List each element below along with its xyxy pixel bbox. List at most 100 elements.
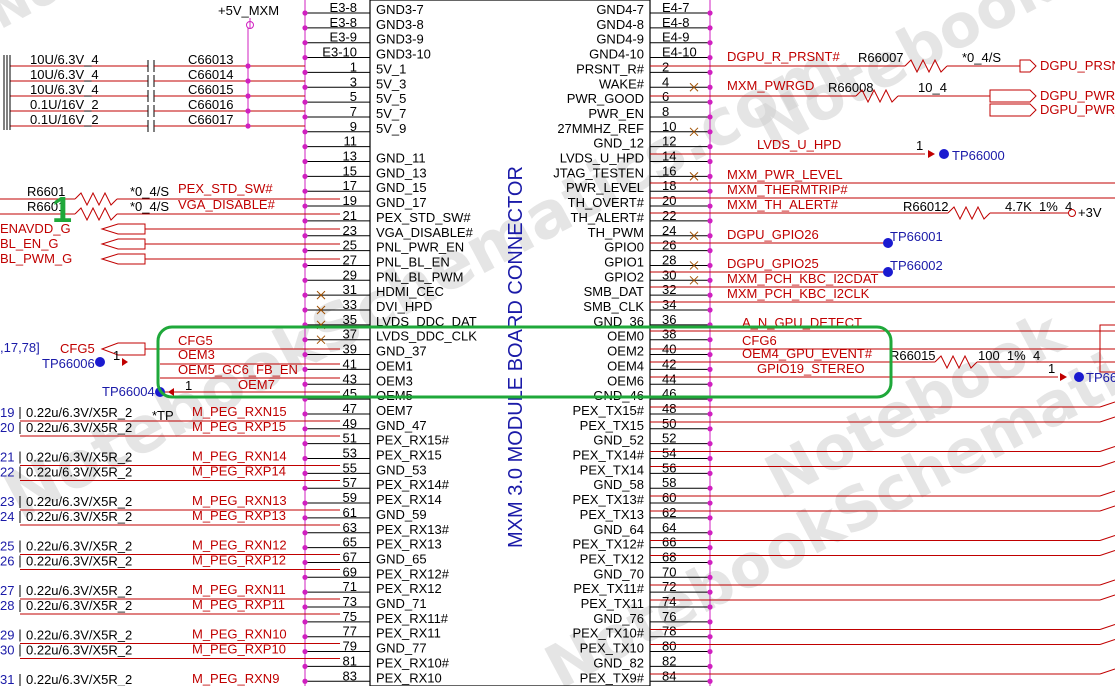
right-pin-node [707, 351, 713, 358]
right-pin-number: 30 [662, 267, 676, 282]
right-pin-number: 56 [662, 460, 676, 475]
right-pin-ref: E4-9 [662, 30, 689, 45]
r66008-val: 10_4 [918, 80, 947, 95]
left-pin-name: 5V_7 [376, 106, 406, 121]
r66012-body [947, 205, 991, 221]
rx-cap-value: 0.22u/6.3V/X5R_2 [26, 628, 132, 643]
right-pin-node [707, 262, 713, 269]
right-pin-node [707, 515, 713, 521]
cfg-ref: ,17,78] [0, 340, 40, 355]
right-pin-number: 38 [662, 327, 676, 342]
rx-pin: 24 [0, 509, 14, 524]
right-pin-number: 74 [662, 594, 676, 609]
right-pin-name: PEX_TX15 [580, 418, 644, 433]
left-pin-node [302, 663, 308, 670]
right-pin-ref: E4-10 [662, 45, 697, 60]
watermark-text-5: Notebook [0, 0, 237, 41]
left-pin-node [302, 455, 308, 462]
right-pin-node [707, 188, 713, 194]
right-pin-name: TH_ALERT# [571, 210, 645, 225]
tp66000-dot [939, 149, 949, 159]
right-pin-name: GND_52 [593, 433, 644, 448]
right-pin-node [707, 426, 713, 432]
left-pin-name: GND_17 [376, 195, 427, 210]
right-pin-number: 46 [662, 386, 676, 401]
right-pin-number: 42 [662, 356, 676, 371]
left-pin-number: 65 [343, 535, 357, 550]
cap-value: 0.1U/16V_2 [30, 112, 99, 127]
right-pin-name: PEX_TX10# [572, 626, 644, 641]
left-pin-node [302, 426, 308, 432]
right-pin-node [707, 25, 713, 31]
watermark-layer: NotebookSchematics.com NotebookSchematic… [0, 0, 1115, 686]
rx-net: M_PEG_RXP11 [192, 597, 285, 612]
left-pin-number: 73 [343, 594, 357, 609]
rx-net: M_PEG_RXN11 [192, 582, 286, 597]
right-pin-node [707, 619, 713, 625]
left-pin-node [302, 411, 308, 417]
rx-pin: 30 [0, 643, 14, 658]
right-pin-number: 48 [662, 401, 676, 416]
right-pin-number: 66 [662, 535, 676, 550]
left-pin-name: GND_77 [376, 641, 427, 656]
right-pin-node [707, 470, 713, 476]
tx-wire-end [1099, 579, 1115, 586]
right-pin-number: 60 [662, 490, 676, 505]
left-pin-name: DVI_HPD [376, 299, 432, 314]
right-pin-name: TH_OVERT# [568, 195, 645, 210]
right-pin-number: 20 [662, 193, 676, 208]
right-pin-number: 84 [662, 668, 676, 683]
left-pin-name: GND_11 [376, 151, 426, 166]
left-pin-name: 5V_9 [376, 121, 406, 136]
right-pin-name: OEM6 [607, 373, 644, 388]
left-pin-node [302, 188, 308, 194]
left-pin-name: OEM3 [376, 373, 413, 388]
right-pin-name: GPIO2 [604, 269, 644, 284]
left-pin-node [302, 277, 308, 283]
right-pin-name: GND_58 [593, 477, 644, 492]
left-pin-name: LVDS_DDC_CLK [376, 329, 477, 344]
left-pin-node [302, 574, 308, 580]
left-pin-node [302, 634, 308, 640]
left-pin-name: PEX_RX14 [376, 492, 442, 507]
tx-wire-end [1099, 461, 1115, 467]
tp66000-pin: 1 [916, 138, 923, 153]
left-pin-number: 77 [343, 624, 357, 639]
net-dgpu-pwr: DGPU_PWR_ [1040, 102, 1115, 117]
plus3v-label: +3V [1078, 205, 1102, 220]
right-pin-name: PEX_TX11# [573, 581, 644, 596]
right-pin-number: 26 [662, 238, 676, 253]
right-pin-name: OEM4 [607, 358, 644, 373]
net-mxm-pwrgd: MXM_PWRGD [727, 78, 814, 93]
left-pin-number: 21 [343, 208, 357, 223]
left-pin-name: 5V_5 [376, 91, 406, 106]
rx-net: M_PEG_RXN14 [192, 449, 287, 464]
rx-cap-value: 0.22u/6.3V/X5R_2 [26, 405, 132, 420]
right-pin-node [707, 158, 713, 165]
left-pin-number: 53 [343, 446, 357, 461]
left-pin-node [302, 545, 308, 551]
left-pin-name: PEX_RX14# [376, 477, 450, 492]
right-pin-node [707, 604, 713, 610]
left-pin-name: PNL_BL_EN [376, 254, 450, 269]
left-pin-number: 83 [343, 668, 357, 683]
rx-net: M_PEG_RXP12 [192, 553, 286, 568]
right-pin-name: GND4-9 [596, 32, 644, 47]
right-pin-name: GPIO1 [604, 254, 644, 269]
port-bl-en [100, 238, 146, 250]
right-pin-number: 58 [662, 475, 676, 490]
rx-cap-value: 0.22u/6.3V/X5R_2 [26, 672, 132, 686]
left-pin-number: 17 [343, 178, 357, 193]
right-pin-number: 80 [662, 639, 676, 654]
net-mxm-pwr-level: MXM_PWR_LEVEL [727, 167, 843, 182]
r66015-val: 100_1%_4 [978, 348, 1040, 363]
right-pin-name: PEX_TX13# [572, 492, 644, 507]
right-pin-name: GND_64 [593, 522, 644, 537]
left-pin-number: 51 [343, 431, 357, 446]
left-pin-number: 33 [343, 297, 357, 312]
rx-cap-value: 0.22u/6.3V/X5R_2 [26, 420, 132, 435]
right-pin-number: 6 [662, 89, 669, 104]
right-pin-node [707, 292, 713, 298]
rx-cap-value: 0.22u/6.3V/X5R_2 [26, 465, 132, 480]
capacitor-block: 10U/6.3V_4 C66013 10U/6.3V_4 C66014 10U/6.3V… [3, 28, 305, 132]
